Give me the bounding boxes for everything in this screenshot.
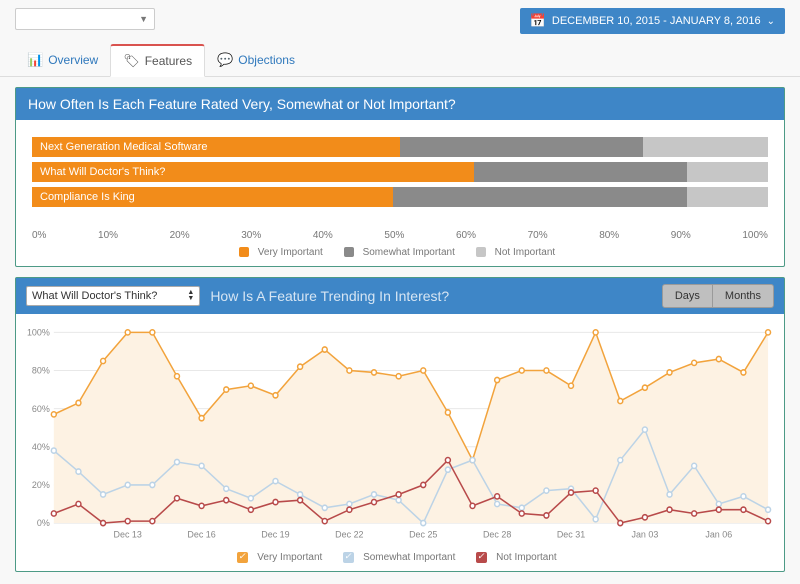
bar-label: Compliance Is King <box>40 187 135 207</box>
svg-text:Jan 03: Jan 03 <box>631 530 658 540</box>
panel-title: How Often Is Each Feature Rated Very, So… <box>16 88 784 120</box>
stacked-bar-chart: Next Generation Medical Software What Wil… <box>32 137 768 226</box>
tab-overview[interactable]: 📊 Overview <box>15 44 110 76</box>
svg-text:60%: 60% <box>32 404 50 414</box>
svg-text:Dec 13: Dec 13 <box>114 530 142 540</box>
legend-very: Very Important <box>258 247 323 258</box>
tab-label: Overview <box>48 53 98 67</box>
comment-icon: 💬 <box>217 52 233 68</box>
feature-select-value: What Will Doctor's Think? <box>32 290 157 302</box>
svg-text:40%: 40% <box>32 442 50 452</box>
svg-text:Dec 31: Dec 31 <box>557 530 585 540</box>
panel2-title: How Is A Feature Trending In Interest? <box>210 288 652 304</box>
toggle-days[interactable]: Days <box>662 284 713 308</box>
legend2-somewhat: Somewhat Important <box>363 552 455 563</box>
caret-down-icon: ▼ <box>139 14 148 24</box>
tag-icon: 🏷 <box>123 53 140 69</box>
stepper-icon: ▲▼ <box>187 290 194 302</box>
svg-text:Jan 06: Jan 06 <box>705 530 732 540</box>
tab-label: Features <box>145 54 192 68</box>
chevron-down-icon: ⌄ <box>767 16 775 27</box>
svg-text:0%: 0% <box>37 518 50 528</box>
date-range-label: DECEMBER 10, 2015 - JANUARY 8, 2016 <box>552 15 761 27</box>
svg-text:Dec 25: Dec 25 <box>409 530 437 540</box>
legend: Very Important Somewhat Important Not Im… <box>32 247 768 258</box>
bar-row: What Will Doctor's Think? <box>32 162 768 182</box>
legend2-not: Not Important <box>496 552 557 563</box>
svg-text:Dec 16: Dec 16 <box>187 530 215 540</box>
svg-text:80%: 80% <box>32 365 50 375</box>
calendar-icon: 📅 <box>530 13 546 29</box>
legend2-very: Very Important <box>257 552 322 563</box>
date-range-picker[interactable]: 📅 DECEMBER 10, 2015 - JANUARY 8, 2016 ⌄ <box>520 8 785 34</box>
bar-row: Next Generation Medical Software <box>32 137 768 157</box>
legend-not: Not Important <box>495 247 556 258</box>
bar-row: Compliance Is King <box>32 187 768 207</box>
feature-select[interactable]: What Will Doctor's Think? ▲▼ <box>26 286 200 306</box>
panel-feature-importance: How Often Is Each Feature Rated Very, So… <box>15 87 785 267</box>
tab-label: Objections <box>238 53 295 67</box>
tab-objections[interactable]: 💬 Objections <box>205 44 307 76</box>
chart-icon: 📊 <box>27 52 43 68</box>
svg-text:100%: 100% <box>27 327 50 337</box>
bar-label: What Will Doctor's Think? <box>40 162 165 182</box>
panel-feature-trend: What Will Doctor's Think? ▲▼ How Is A Fe… <box>15 277 785 572</box>
legend-somewhat: Somewhat Important <box>363 247 455 258</box>
top-dropdown[interactable]: ▼ <box>15 8 155 30</box>
toggle-months[interactable]: Months <box>713 284 774 308</box>
svg-text:Dec 22: Dec 22 <box>335 530 363 540</box>
bar-label: Next Generation Medical Software <box>40 137 208 157</box>
svg-text:20%: 20% <box>32 480 50 490</box>
svg-text:Dec 28: Dec 28 <box>483 530 511 540</box>
tab-features[interactable]: 🏷 Features <box>110 44 205 77</box>
line-chart: 0% 20% 40% 60% 80% 100% Dec 13 Dec 16 Dec 19 Dec … <box>22 324 778 544</box>
tabs: 📊 Overview 🏷 Features 💬 Objections <box>0 44 800 77</box>
time-toggle: Days Months <box>662 284 774 308</box>
svg-text:Dec 19: Dec 19 <box>261 530 289 540</box>
legend2: Very Important Somewhat Important Not Im… <box>16 548 784 571</box>
x-axis: 0%10%20%30%40%50%60%70%80%90%100% <box>32 230 768 241</box>
